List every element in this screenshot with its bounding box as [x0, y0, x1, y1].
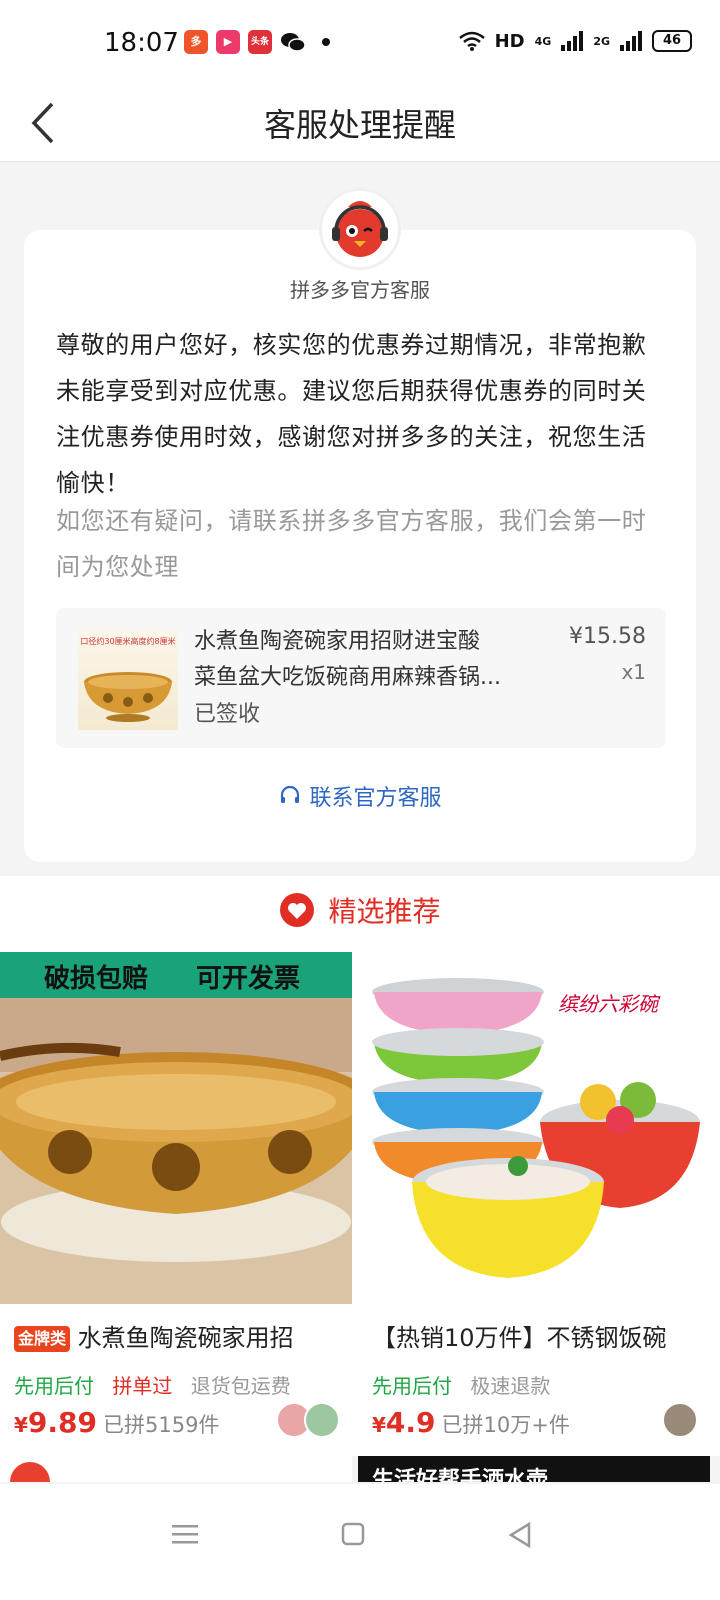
banner-left-text: 破损包赔 — [44, 964, 149, 994]
product-card[interactable]: 缤纷六彩碗 【热销10万件】不锈钢饭碗 先用后付 极速退款 ¥4.9 已拼10万+… — [358, 952, 710, 1452]
status-time: 18:07 — [104, 28, 179, 58]
order-item-name: 水煮鱼陶瓷碗家用招财进宝酸 菜鱼盆大吃饭碗商用麻辣香锅... — [194, 624, 539, 696]
product-overlay-text: 缤纷六彩碗 — [558, 992, 658, 1016]
next-product-peek[interactable] — [0, 1456, 352, 1482]
product-title-text: 水煮鱼陶瓷碗家用招 — [77, 1324, 294, 1352]
network-type: HD — [494, 30, 525, 52]
order-item-card[interactable]: 口径约30厘米高度约8厘米 水煮鱼陶瓷碗家用招财进宝酸 菜鱼盆大吃饭碗商用麻辣香… — [56, 608, 666, 748]
pay-later-perk: 先用后付 — [14, 1374, 94, 1398]
pay-later-perk: 先用后付 — [372, 1374, 452, 1398]
price-value: 9.89 — [27, 1406, 98, 1439]
currency-symbol: ¥ — [14, 1413, 28, 1437]
nav-bar: 客服处理提醒 — [0, 86, 720, 162]
wechat-icon — [281, 33, 306, 52]
recommend-title-text: 精选推荐 — [328, 895, 441, 928]
product-title-text: 【热销10万件】不锈钢饭碗 — [372, 1324, 667, 1352]
banner-right-text: 可开发票 — [196, 964, 301, 994]
home-icon[interactable] — [341, 1522, 365, 1546]
currency-symbol: ¥ — [372, 1413, 386, 1437]
video-app-icon: ▶ — [216, 30, 240, 54]
battery-icon: 46 — [652, 30, 692, 52]
page-title: 客服处理提醒 — [263, 106, 456, 144]
back-triangle-icon[interactable] — [508, 1522, 532, 1548]
order-item-name-line1: 水煮鱼陶瓷碗家用招财进宝酸 — [194, 629, 481, 654]
order-price: ¥15.58 — [569, 624, 646, 649]
signal-label-1: 4G — [534, 34, 552, 48]
product-price: ¥4.9 已拼10万+件 — [372, 1406, 570, 1439]
product-perks: 先用后付 拼单过 退货包运费 — [14, 1370, 291, 1399]
status-app-icons: 多 ▶ 头条 — [184, 30, 330, 54]
message-card: 拼多多官方客服 尊敬的用户您好，核实您的优惠券过期情况，非常抱歉未能享受到对应优… — [24, 230, 696, 862]
message-body: 尊敬的用户您好，核实您的优惠券过期情况，非常抱歉未能享受到对应优惠。建议您后期获… — [56, 331, 647, 497]
service-avatar — [319, 188, 401, 270]
promo-banner: 破损包赔 可开发票 — [0, 952, 352, 998]
product-title: 【热销10万件】不锈钢饭碗 — [372, 1318, 702, 1353]
avatar — [662, 1402, 698, 1438]
signal-icon-2 — [620, 31, 642, 51]
product-card[interactable]: 破损包赔 可开发票 金牌类 水煮鱼陶瓷碗家用招 先用后付 拼单过 退货包运费 ¥… — [0, 952, 352, 1452]
contact-service-button[interactable]: 联系官方客服 — [24, 780, 696, 812]
recommend-title: 精选推荐 — [0, 890, 720, 930]
order-quantity: x1 — [621, 660, 646, 684]
headset-icon — [281, 785, 300, 803]
bowl-image — [84, 672, 172, 722]
status-bar: 18:07 多 ▶ 头条 HD 4G 2G 46 — [0, 0, 720, 86]
order-status: 已签收 — [194, 702, 261, 727]
avatar — [304, 1402, 340, 1438]
product-title: 金牌类 水煮鱼陶瓷碗家用招 — [14, 1318, 344, 1353]
free-return-perk: 退货包运费 — [190, 1374, 291, 1398]
price-value: 4.9 — [385, 1406, 436, 1439]
buyer-avatars — [662, 1402, 698, 1438]
sender-name: 拼多多官方客服 — [290, 278, 430, 302]
signal-label-2: 2G — [593, 34, 610, 48]
status-indicators: HD 4G 2G 46 — [458, 30, 692, 52]
badge-icon — [10, 1462, 50, 1482]
wifi-icon — [458, 31, 485, 51]
product-price: ¥9.89 已拼5159件 — [14, 1406, 219, 1439]
fast-refund-perk: 极速退款 — [470, 1374, 551, 1398]
notification-dot — [322, 38, 330, 46]
product-image: 破损包赔 可开发票 — [0, 952, 352, 1304]
product-image: 缤纷六彩碗 — [358, 952, 710, 1304]
message-followup: 如您还有疑问，请联系拼多多官方客服，我们会第一时间为您处理 — [56, 507, 647, 581]
next-product-banner: 生活好帮手洒水壶 — [372, 1468, 549, 1482]
pinduoduo-mascot-icon — [322, 191, 398, 267]
signal-icon — [561, 31, 584, 51]
menu-icon[interactable] — [172, 1522, 198, 1546]
heart-icon — [279, 893, 314, 927]
order-item-name-line2: 菜鱼盆大吃饭碗商用麻辣香锅... — [194, 665, 501, 690]
product-perks: 先用后付 极速退款 — [372, 1370, 550, 1399]
next-product-peek[interactable]: 生活好帮手洒水壶 — [358, 1456, 710, 1482]
system-nav-bar — [0, 1484, 720, 1600]
group-buy-perk: 拼单过 — [112, 1374, 173, 1398]
sold-count: 已拼5159件 — [103, 1413, 220, 1437]
buyer-avatars — [276, 1402, 340, 1438]
gold-brand-badge: 金牌类 — [14, 1326, 71, 1352]
order-thumbnail: 口径约30厘米高度约8厘米 — [78, 630, 178, 730]
toutiao-app-icon: 头条 — [248, 30, 272, 54]
pinduoduo-app-icon: 多 — [184, 30, 208, 54]
sold-count: 已拼10万+件 — [441, 1413, 570, 1437]
contact-service-label: 联系官方客服 — [309, 786, 442, 811]
